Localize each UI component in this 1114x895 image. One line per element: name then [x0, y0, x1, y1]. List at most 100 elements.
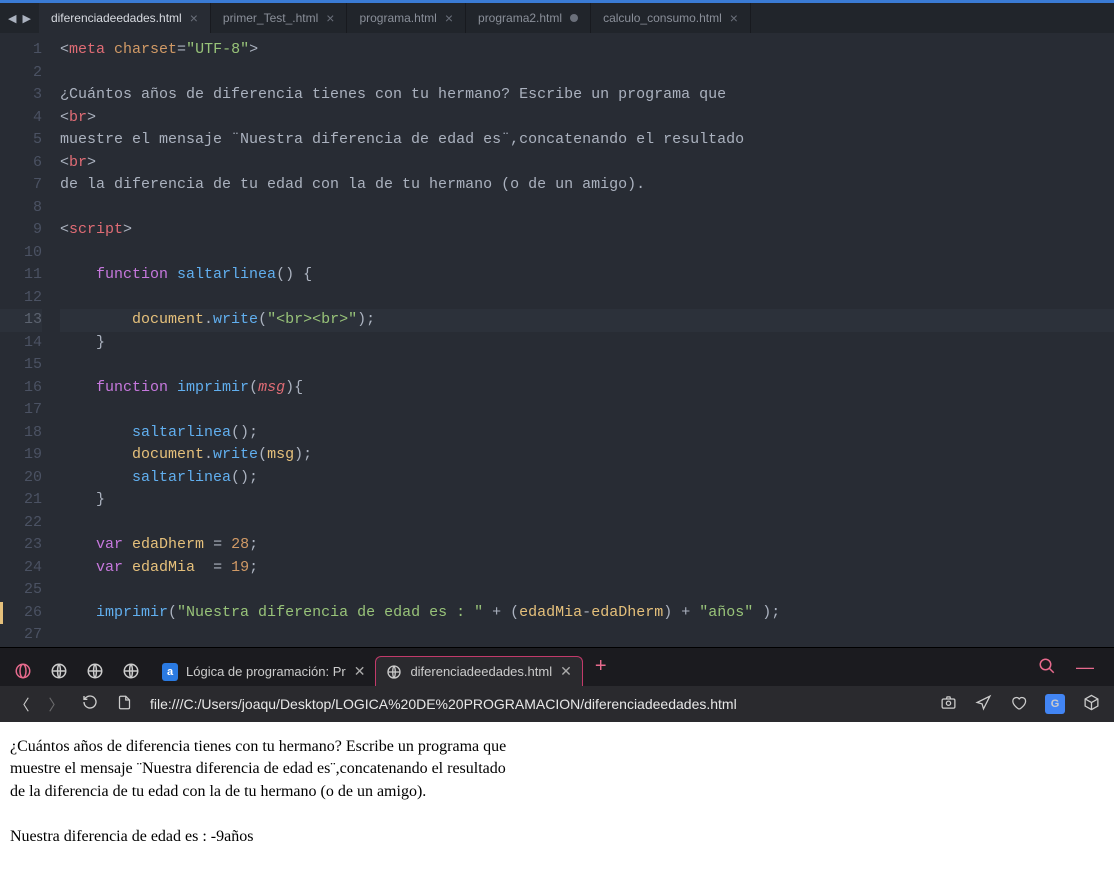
code-line[interactable] [60, 624, 1114, 647]
code-line[interactable]: document.write("<br><br>"); [60, 309, 1114, 332]
code-line[interactable]: <br> [60, 152, 1114, 175]
editor-tab[interactable]: primer_Test_.html × [211, 3, 348, 33]
code-line[interactable] [60, 242, 1114, 265]
minimize-icon[interactable]: — [1076, 657, 1094, 678]
tab-nav-prev-icon[interactable]: ◀ [8, 12, 16, 25]
code-line[interactable]: function imprimir(msg){ [60, 377, 1114, 400]
code-line[interactable]: <meta charset="UTF-8"> [60, 39, 1114, 62]
page-text-line: muestre el mensaje ¨Nuestra diferencia d… [10, 758, 1104, 780]
code-line[interactable]: var edaDherm = 28; [60, 534, 1114, 557]
line-number: 7 [0, 174, 42, 197]
google-translate-icon[interactable]: G [1045, 694, 1065, 714]
close-tab-icon[interactable]: × [326, 10, 334, 26]
reload-button[interactable] [82, 694, 98, 714]
line-number: 12 [0, 287, 42, 310]
line-number: 27 [0, 624, 42, 647]
line-number: 5 [0, 129, 42, 152]
code-line[interactable]: imprimir("Nuestra diferencia de edad es … [60, 602, 1114, 625]
opera-gx-icon[interactable] [14, 662, 32, 680]
code-line[interactable]: var edadMia = 19; [60, 557, 1114, 580]
code-line[interactable] [60, 197, 1114, 220]
line-number: 26 [0, 602, 42, 625]
page-text-line: de la diferencia de tu edad con la de tu… [10, 781, 1104, 803]
code-line[interactable] [60, 399, 1114, 422]
line-number-gutter: 1234567891011121314151617181920212223242… [0, 39, 60, 647]
close-tab-icon[interactable]: × [190, 10, 198, 26]
back-button[interactable]: 〈 [14, 694, 30, 715]
browser-tab[interactable]: diferenciadeedades.html ✕ [375, 656, 582, 686]
code-line[interactable]: saltarlinea(); [60, 422, 1114, 445]
code-line[interactable] [60, 287, 1114, 310]
browser-tab-label: diferenciadeedades.html [410, 664, 552, 679]
tab-nav-arrows: ◀ ▶ [0, 3, 39, 33]
code-line[interactable] [60, 512, 1114, 535]
editor-tabbar: ◀ ▶ diferenciadeedades.html×primer_Test_… [0, 3, 1114, 33]
line-number: 6 [0, 152, 42, 175]
code-line[interactable]: saltarlinea(); [60, 467, 1114, 490]
page-result-line: Nuestra diferencia de edad es : -9años [10, 826, 1104, 848]
page-text-line: ¿Cuántos años de diferencia tienes con t… [10, 736, 1104, 758]
globe-favicon [386, 664, 402, 680]
line-number: 19 [0, 444, 42, 467]
code-line[interactable]: document.write(msg); [60, 444, 1114, 467]
line-number: 10 [0, 242, 42, 265]
browser-tab-label: Lógica de programación: Pr [186, 664, 346, 679]
line-number: 17 [0, 399, 42, 422]
tab-label: diferenciadeedades.html [51, 11, 182, 25]
new-tab-button[interactable]: + [585, 651, 617, 686]
git-change-marker [0, 602, 3, 625]
close-tab-icon[interactable]: × [730, 10, 738, 26]
line-number: 14 [0, 332, 42, 355]
code-line[interactable]: function saltarlinea() { [60, 264, 1114, 287]
editor-tab[interactable]: diferenciadeedades.html × [39, 3, 211, 33]
code-line[interactable]: <script> [60, 219, 1114, 242]
tab-nav-next-icon[interactable]: ▶ [22, 12, 30, 25]
heart-icon[interactable] [1010, 694, 1027, 714]
send-icon[interactable] [975, 694, 992, 714]
code-line[interactable]: } [60, 332, 1114, 355]
close-tab-icon[interactable]: ✕ [354, 663, 366, 680]
browser-address-bar: 〈 〉 file:///C:/Users/joaqu/Desktop/LOGIC… [0, 686, 1114, 722]
close-tab-icon[interactable]: × [445, 10, 453, 26]
line-number: 22 [0, 512, 42, 535]
line-number: 23 [0, 534, 42, 557]
forward-button[interactable]: 〉 [48, 694, 64, 715]
code-content[interactable]: <meta charset="UTF-8"> ¿Cuántos años de d… [60, 39, 1114, 647]
line-number: 16 [0, 377, 42, 400]
line-number: 4 [0, 107, 42, 130]
line-number: 24 [0, 557, 42, 580]
url-text[interactable]: file:///C:/Users/joaqu/Desktop/LOGICA%20… [150, 696, 922, 712]
globe-icon-3[interactable] [122, 662, 140, 680]
code-line[interactable] [60, 62, 1114, 85]
cube-icon[interactable] [1083, 694, 1100, 714]
code-area[interactable]: 1234567891011121314151617181920212223242… [0, 33, 1114, 647]
line-number: 13 [0, 309, 42, 332]
code-line[interactable]: ¿Cuántos años de diferencia tienes con t… [60, 84, 1114, 107]
tab-label: primer_Test_.html [223, 11, 318, 25]
globe-icon-2[interactable] [86, 662, 104, 680]
line-number: 25 [0, 579, 42, 602]
close-tab-icon[interactable]: ✕ [560, 663, 572, 680]
line-number: 15 [0, 354, 42, 377]
editor-tab[interactable]: programa.html× [347, 3, 466, 33]
browser-tab[interactable]: a Lógica de programación: Pr ✕ [152, 657, 375, 686]
editor-tab[interactable]: programa2.html [466, 3, 591, 33]
line-number: 1 [0, 39, 42, 62]
code-line[interactable]: <br> [60, 107, 1114, 130]
line-number: 2 [0, 62, 42, 85]
alura-favicon: a [162, 664, 178, 680]
code-line[interactable]: de la diferencia de tu edad con la de tu… [60, 174, 1114, 197]
code-line[interactable]: } [60, 489, 1114, 512]
code-line[interactable]: muestre el mensaje ¨Nuestra diferencia d… [60, 129, 1114, 152]
snapshot-icon[interactable] [940, 694, 957, 714]
editor-tab[interactable]: calculo_consumo.html× [591, 3, 751, 33]
globe-icon[interactable] [50, 662, 68, 680]
file-icon [116, 695, 132, 714]
rendered-page: ¿Cuántos años de diferencia tienes con t… [0, 722, 1114, 895]
search-icon[interactable] [1038, 657, 1056, 678]
code-editor: ◀ ▶ diferenciadeedades.html×primer_Test_… [0, 3, 1114, 647]
tab-label: programa2.html [478, 11, 562, 25]
line-number: 11 [0, 264, 42, 287]
code-line[interactable] [60, 579, 1114, 602]
code-line[interactable] [60, 354, 1114, 377]
